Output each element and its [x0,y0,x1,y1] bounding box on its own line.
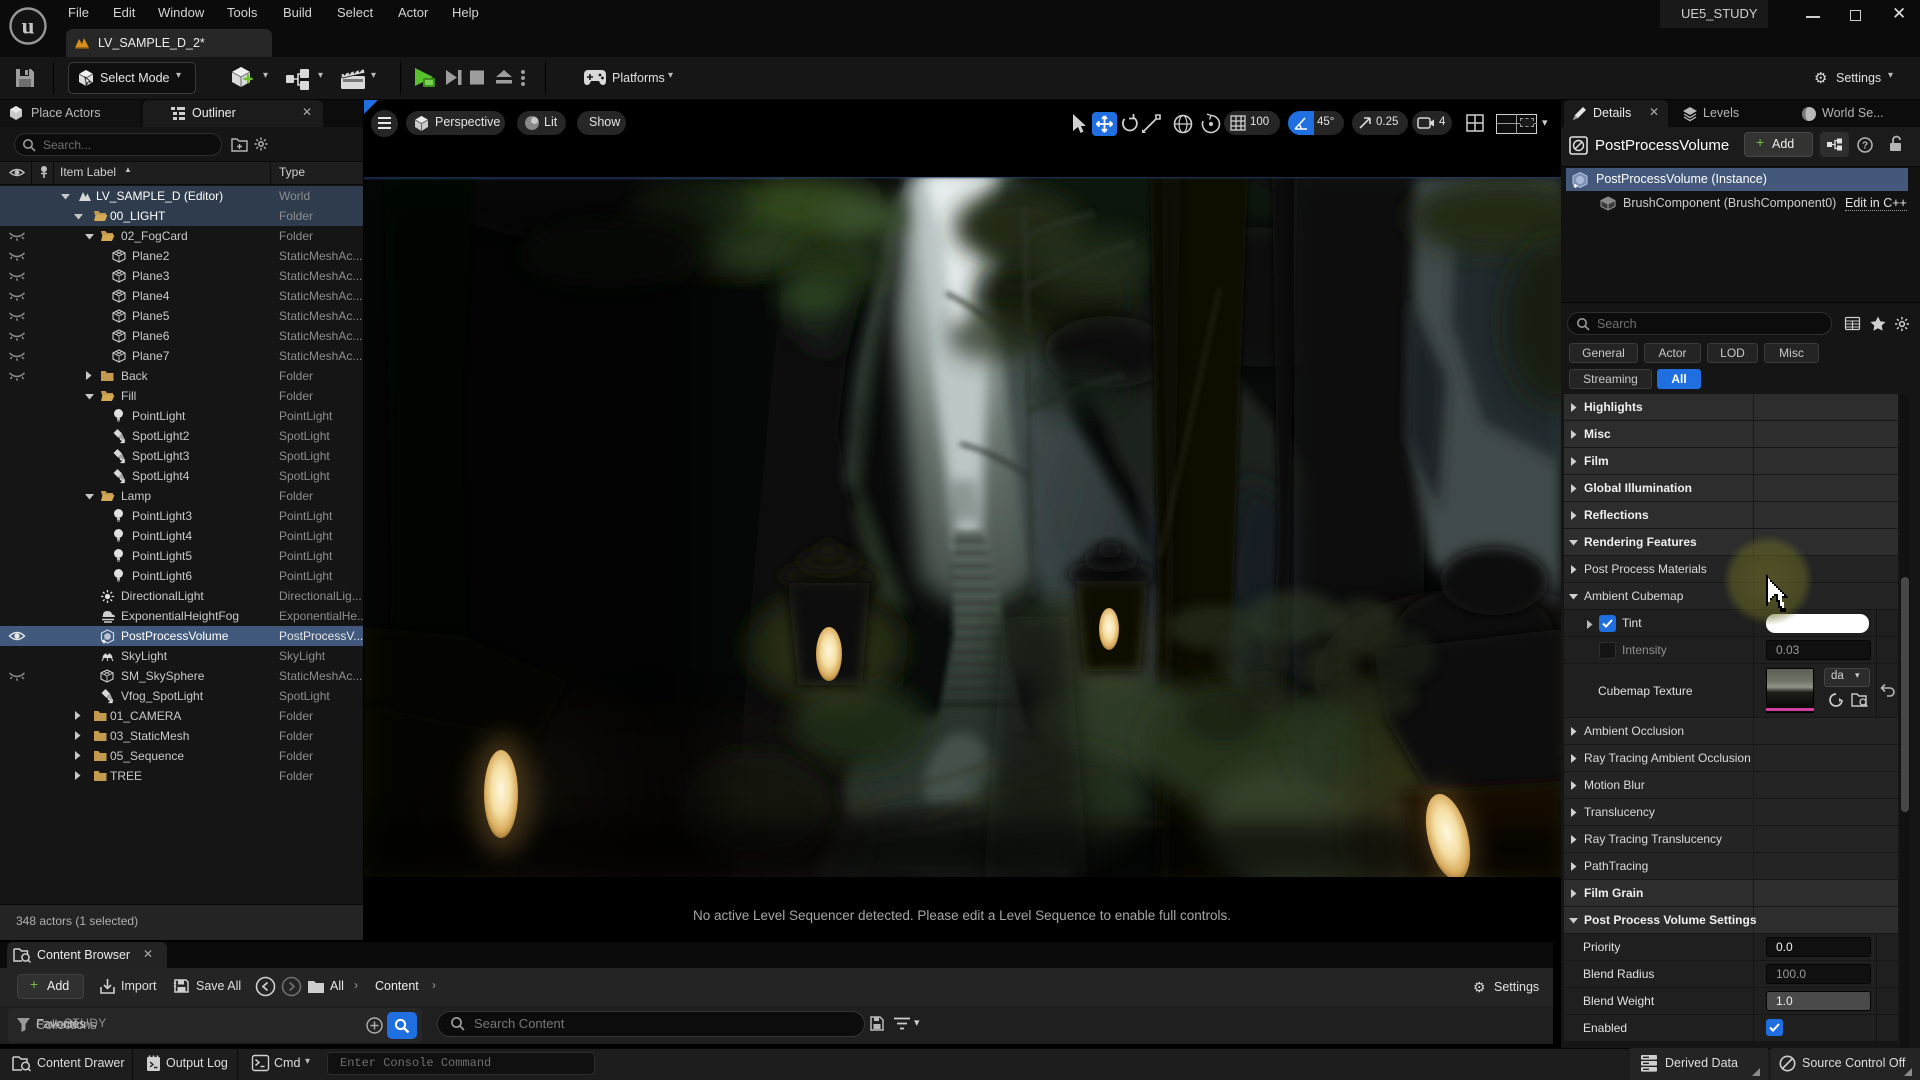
svg-text:u: u [22,14,35,39]
svg-text:?: ? [1862,141,1868,152]
